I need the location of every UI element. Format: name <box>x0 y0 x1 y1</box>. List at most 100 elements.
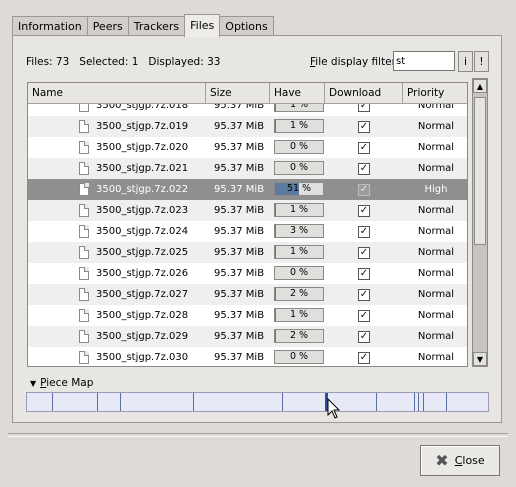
download-cell: ✓ <box>325 242 403 263</box>
have-percent: 1 % <box>289 120 309 131</box>
table-row[interactable]: 3500_stjgp.7z.025 95.37 MiB 1 % ✓ Normal <box>28 242 467 263</box>
table-row[interactable]: 3500_stjgp.7z.023 95.37 MiB 1 % ✓ Normal <box>28 200 467 221</box>
tab-peers[interactable]: Peers <box>86 16 129 37</box>
filter-warning-button[interactable]: ! <box>474 51 489 72</box>
have-progress-bar: 2 % <box>274 329 324 343</box>
arrow-up-icon: ▲ <box>476 82 484 91</box>
download-checkbox[interactable]: ✓ <box>358 225 370 238</box>
tab-files[interactable]: Files <box>184 14 221 37</box>
download-cell: ✓ <box>325 347 403 366</box>
piece-marker <box>282 393 283 411</box>
file-size: 95.37 MiB <box>214 121 265 132</box>
piece-marker <box>376 393 377 411</box>
priority-cell[interactable]: Normal <box>403 200 467 221</box>
priority-cell[interactable]: Normal <box>403 158 467 179</box>
files-table-scrollbar[interactable]: ▲ ▼ <box>472 78 488 367</box>
file-size: 95.37 MiB <box>214 184 265 195</box>
table-row[interactable]: 3500_stjgp.7z.026 95.37 MiB 0 % ✓ Normal <box>28 263 467 284</box>
priority-cell[interactable]: Normal <box>403 137 467 158</box>
table-row[interactable]: 3500_stjgp.7z.019 95.37 MiB 1 % ✓ Normal <box>28 116 467 137</box>
download-cell: ✓ <box>325 137 403 158</box>
table-row[interactable]: 3500_stjgp.7z.021 95.37 MiB 0 % ✓ Normal <box>28 158 467 179</box>
tab-information[interactable]: Information <box>12 16 88 37</box>
download-cell: ✓ <box>325 221 403 242</box>
table-row[interactable]: 3500_stjgp.7z.028 95.37 MiB 1 % ✓ Normal <box>28 305 467 326</box>
file-name: 3500_stjgp.7z.023 <box>96 205 189 216</box>
close-icon: ✖ <box>435 451 449 470</box>
priority-cell[interactable]: Normal <box>403 263 467 284</box>
have-percent: 1 % <box>289 204 309 215</box>
tab-options[interactable]: Options <box>219 16 274 37</box>
column-header-have[interactable]: Have <box>270 83 325 103</box>
column-header-priority[interactable]: Priority <box>403 83 467 103</box>
priority-cell[interactable]: Normal <box>403 326 467 347</box>
priority-cell[interactable]: Normal <box>403 305 467 326</box>
file-icon <box>79 288 89 301</box>
table-row[interactable]: 3500_stjgp.7z.027 95.37 MiB 2 % ✓ Normal <box>28 284 467 305</box>
priority-cell[interactable]: Normal <box>403 116 467 137</box>
priority-cell[interactable]: Normal <box>403 242 467 263</box>
table-row[interactable]: 3500_stjgp.7z.029 95.37 MiB 2 % ✓ Normal <box>28 326 467 347</box>
scrollbar-thumb[interactable] <box>474 97 486 245</box>
table-row[interactable]: 3500_stjgp.7z.020 95.37 MiB 0 % ✓ Normal <box>28 137 467 158</box>
download-checkbox[interactable]: ✓ <box>358 183 370 196</box>
file-icon <box>79 267 89 280</box>
have-progress-bar: 1 % <box>274 245 324 259</box>
piece-marker <box>446 393 447 411</box>
download-checkbox[interactable]: ✓ <box>358 204 370 217</box>
download-checkbox[interactable]: ✓ <box>358 351 370 364</box>
piece-map-expander[interactable]: ▼ Piece Map <box>30 377 93 389</box>
file-size: 95.37 MiB <box>214 247 265 258</box>
have-progress-bar: 0 % <box>274 350 324 364</box>
file-name-cell: 3500_stjgp.7z.026 <box>28 263 206 284</box>
have-percent: 0 % <box>289 141 309 152</box>
file-size: 95.37 MiB <box>214 268 265 279</box>
column-header-size[interactable]: Size <box>206 83 270 103</box>
download-checkbox[interactable]: ✓ <box>358 267 370 280</box>
mouse-cursor-icon <box>327 398 341 419</box>
have-percent: 1 % <box>289 246 309 257</box>
have-cell: 1 % <box>270 305 325 326</box>
filter-info-button[interactable]: i <box>458 51 473 72</box>
have-progress-bar: 1 % <box>274 308 324 322</box>
priority-cell[interactable]: Normal <box>403 221 467 242</box>
file-name: 3500_stjgp.7z.030 <box>96 352 189 363</box>
files-count: Files: 73 <box>26 56 70 68</box>
have-cell: 1 % <box>270 242 325 263</box>
table-row[interactable]: 3500_stjgp.7z.024 95.37 MiB 3 % ✓ Normal <box>28 221 467 242</box>
download-checkbox[interactable]: ✓ <box>358 120 370 133</box>
column-header-name[interactable]: Name <box>28 83 206 103</box>
file-icon <box>79 120 89 133</box>
file-size: 95.37 MiB <box>214 310 265 321</box>
priority-cell[interactable]: Normal <box>403 284 467 305</box>
tab-trackers[interactable]: Trackers <box>127 16 186 37</box>
download-checkbox[interactable]: ✓ <box>358 309 370 322</box>
close-button[interactable]: ✖ Close <box>420 445 500 476</box>
have-cell: 3 % <box>270 221 325 242</box>
scroll-down-button[interactable]: ▼ <box>473 352 487 366</box>
download-checkbox[interactable]: ✓ <box>358 162 370 175</box>
have-percent: 1 % <box>289 309 309 320</box>
file-name: 3500_stjgp.7z.027 <box>96 289 189 300</box>
download-checkbox[interactable]: ✓ <box>358 141 370 154</box>
piece-marker <box>423 393 424 411</box>
download-cell: ✓ <box>325 158 403 179</box>
selected-count: Selected: 1 <box>79 56 139 68</box>
column-header-download[interactable]: Download <box>325 83 403 103</box>
file-display-filter-input[interactable] <box>393 51 455 71</box>
download-checkbox[interactable]: ✓ <box>358 246 370 259</box>
table-row[interactable]: 3500_stjgp.7z.030 95.37 MiB 0 % ✓ Normal <box>28 347 467 366</box>
download-checkbox[interactable]: ✓ <box>358 330 370 343</box>
priority-cell[interactable]: High <box>403 179 467 200</box>
expander-arrow-icon: ▼ <box>30 379 37 388</box>
table-row[interactable]: 3500_stjgp.7z.022 95.37 MiB 51 % ✓ High <box>28 179 467 200</box>
have-percent: 0 % <box>289 162 309 173</box>
piece-marker <box>418 393 419 411</box>
have-cell: 0 % <box>270 137 325 158</box>
download-checkbox[interactable]: ✓ <box>358 288 370 301</box>
priority-cell[interactable]: Normal <box>403 347 467 366</box>
scroll-up-button[interactable]: ▲ <box>473 79 487 93</box>
file-size: 95.37 MiB <box>214 226 265 237</box>
file-name: 3500_stjgp.7z.028 <box>96 310 189 321</box>
file-name: 3500_stjgp.7z.022 <box>96 184 189 195</box>
